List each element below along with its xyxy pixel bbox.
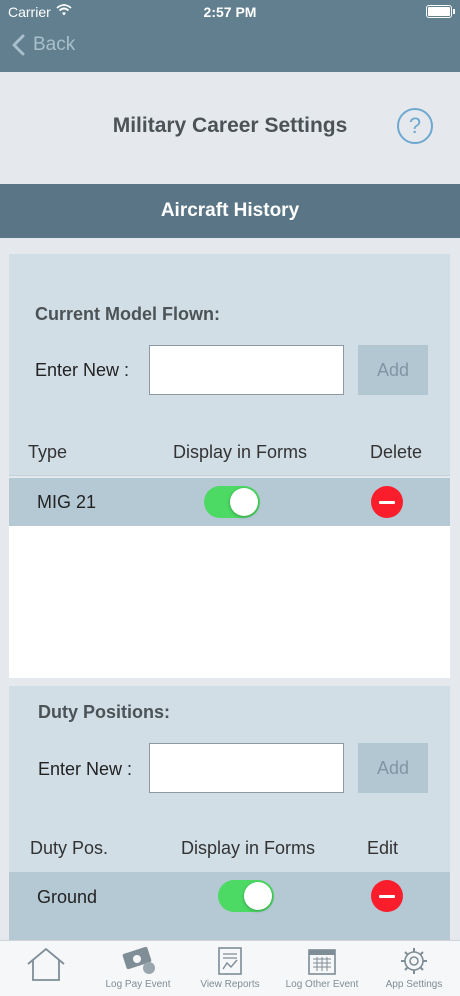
- chevron-left-icon: [12, 34, 25, 56]
- gear-icon: [401, 948, 427, 974]
- duty-position-name: Ground: [37, 887, 98, 907]
- duty-row: Ground: [9, 872, 450, 940]
- aircraft-enter-new-label: Enter New :: [35, 360, 130, 380]
- back-label: Back: [33, 34, 76, 55]
- status-bar: Carrier 2:57 PM: [0, 0, 460, 24]
- aircraft-input[interactable]: [149, 345, 344, 395]
- money-icon: [122, 946, 155, 974]
- column-edit: Edit: [367, 838, 399, 858]
- aircraft-table-header: Type Display in Forms Delete: [9, 430, 450, 476]
- duty-enter-new-label: Enter New :: [38, 759, 133, 779]
- navigation-bar: Back: [0, 24, 460, 72]
- tab-bar: Log Pay Event View Reports Log Other Eve…: [0, 940, 460, 996]
- clock: 2:57 PM: [203, 4, 257, 20]
- duty-display-toggle[interactable]: [218, 880, 274, 912]
- duty-add-button[interactable]: Add: [358, 743, 428, 793]
- column-delete: Delete: [370, 442, 423, 462]
- tab-log-pay-event-label: Log Pay Event: [105, 979, 171, 990]
- duty-positions-panel: Duty Positions: Enter New : Add: [9, 686, 450, 826]
- aircraft-display-toggle[interactable]: [204, 486, 260, 518]
- column-display-in-forms: Display in Forms: [173, 442, 308, 462]
- tab-view-reports[interactable]: View Reports: [184, 941, 276, 996]
- delete-icon[interactable]: [371, 880, 403, 912]
- aircraft-add-button[interactable]: Add: [358, 345, 428, 395]
- current-model-panel: Current Model Flown: Enter New : Add: [9, 254, 450, 430]
- duty-positions-label: Duty Positions:: [38, 702, 171, 722]
- home-icon: [27, 947, 65, 981]
- aircraft-type: MIG 21: [37, 492, 97, 512]
- column-display-in-forms: Display in Forms: [181, 838, 316, 858]
- tab-log-other-event[interactable]: Log Other Event: [276, 941, 368, 996]
- aircraft-history-header: Aircraft History: [0, 184, 460, 238]
- calendar-icon: [308, 949, 336, 975]
- back-button[interactable]: Back: [12, 34, 75, 56]
- tab-app-settings-label: App Settings: [385, 979, 443, 990]
- help-icon[interactable]: ?: [397, 108, 433, 144]
- tab-log-pay-event[interactable]: Log Pay Event: [92, 941, 184, 996]
- battery-icon: [426, 5, 455, 18]
- title-area: Military Career Settings ?: [0, 72, 460, 182]
- delete-icon[interactable]: [371, 486, 403, 518]
- column-type: Type: [28, 442, 68, 462]
- tab-home[interactable]: [0, 941, 92, 996]
- duty-table-header: Duty Pos. Display in Forms Edit: [9, 826, 450, 872]
- page-title: Military Career Settings: [112, 114, 348, 137]
- tab-app-settings[interactable]: App Settings: [368, 941, 460, 996]
- tab-log-other-event-label: Log Other Event: [285, 979, 359, 990]
- tab-view-reports-label: View Reports: [200, 979, 260, 990]
- aircraft-row: MIG 21: [9, 478, 450, 526]
- column-duty-pos: Duty Pos.: [30, 838, 109, 858]
- current-model-label: Current Model Flown:: [35, 304, 220, 324]
- aircraft-list-empty-area: [9, 526, 450, 678]
- report-icon: [218, 947, 242, 975]
- duty-input[interactable]: [149, 743, 344, 793]
